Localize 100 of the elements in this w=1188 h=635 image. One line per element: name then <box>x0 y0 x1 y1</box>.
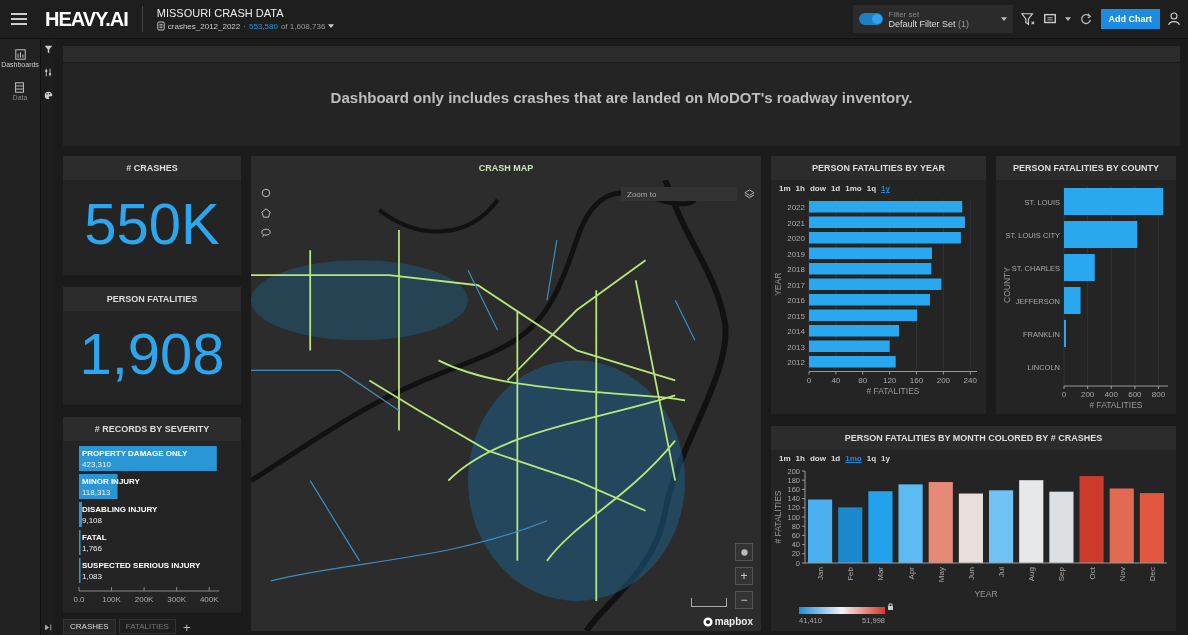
zoom-out-button[interactable]: − <box>735 591 753 609</box>
circle-icon[interactable] <box>261 188 271 198</box>
bar[interactable] <box>958 493 983 563</box>
annotation-icon[interactable] <box>1042 12 1057 26</box>
tick-label: Apr <box>906 567 916 580</box>
time-bin-button[interactable]: 1d <box>830 454 841 463</box>
filter-icon[interactable] <box>1020 12 1035 26</box>
user-icon[interactable] <box>1168 12 1180 26</box>
chart-title: # RECORDS BY SEVERITY <box>63 417 241 441</box>
time-bin-button[interactable]: 1mo <box>845 454 862 463</box>
tick-label: 2013 <box>787 342 805 352</box>
zoom-to-field[interactable]: Zoom to <box>621 187 737 201</box>
zoom-in-button[interactable]: + <box>735 567 753 585</box>
table-icon <box>156 21 165 31</box>
menu-icon[interactable] <box>11 13 27 25</box>
time-bin-button[interactable]: 1h <box>795 184 805 193</box>
bar-value: 1,083 <box>82 572 103 581</box>
tick-label: 800 <box>1151 390 1166 399</box>
number-value: 1,908 <box>78 320 226 389</box>
lasso-icon[interactable] <box>261 228 271 238</box>
filter-set-toggle[interactable] <box>858 13 883 25</box>
locate-button[interactable] <box>735 543 753 561</box>
tick-label: 120 <box>882 375 897 385</box>
sliders-icon[interactable] <box>43 68 53 77</box>
total-count: of 1,608,736 <box>280 21 326 31</box>
time-bin-button[interactable]: 1d <box>830 184 841 193</box>
bar-value: 1,766 <box>82 544 103 553</box>
time-bin-button[interactable]: 1h <box>795 454 805 463</box>
add-chart-button[interactable]: Add Chart <box>1100 9 1160 29</box>
time-bin-button[interactable]: dow <box>809 184 826 193</box>
bar-value: 423,310 <box>82 460 111 469</box>
bar[interactable] <box>928 482 953 563</box>
tick-label: 2017 <box>787 280 805 290</box>
number-value: 550K <box>83 189 221 258</box>
caret-icon[interactable] <box>1000 17 1007 21</box>
axis-title: YEAR <box>974 589 998 599</box>
axis-title: COUNTY <box>1002 267 1012 303</box>
filter-icon[interactable] <box>43 45 53 54</box>
tick-label: May <box>936 567 946 583</box>
chart-title: CRASH MAP <box>251 156 761 180</box>
chart-title: PERSON FATALITIES BY COUNTY <box>996 156 1176 180</box>
time-bin-button[interactable]: 1q <box>866 454 877 463</box>
bar-value: 9,108 <box>82 516 103 525</box>
tick-label: 2014 <box>787 327 805 336</box>
tick-label: 2021 <box>787 218 805 228</box>
collapse-icon[interactable] <box>43 623 53 632</box>
time-bin-button[interactable]: dow <box>809 454 826 463</box>
tick-label: Sep <box>1057 567 1067 582</box>
table-name: crashes_2012_2022 <box>167 21 241 31</box>
tick-label: 2022 <box>787 203 805 212</box>
caret-icon[interactable] <box>328 24 335 28</box>
tick-label: 160 <box>909 375 924 385</box>
tick-label: 400 <box>1104 390 1118 399</box>
dashboard-title: MISSOURI CRASH DATA <box>156 7 285 19</box>
polygon-icon[interactable] <box>261 208 271 218</box>
axis-title: # FATALITIES <box>773 490 783 544</box>
tick-label: Jun <box>966 567 976 580</box>
tick-label: Jan <box>816 567 826 580</box>
caret-icon[interactable] <box>1064 17 1071 21</box>
tick-label: 40 <box>831 375 841 385</box>
tick-label: 300K <box>167 595 186 604</box>
time-bin-button[interactable]: 1y <box>881 454 890 463</box>
add-tab-button[interactable]: + <box>178 621 195 634</box>
tick-label: 2020 <box>787 234 805 243</box>
tick-label: 2015 <box>787 311 805 321</box>
refresh-icon[interactable] <box>1078 12 1093 26</box>
tick-label: Jul <box>997 567 1007 578</box>
bar[interactable] <box>1019 480 1044 563</box>
tick-label: 0 <box>806 375 812 385</box>
time-bin-button[interactable]: 1m <box>779 454 791 463</box>
tick-label: 2018 <box>787 265 805 274</box>
tick-label: 2019 <box>787 249 805 259</box>
filtered-count: 553,580 <box>248 21 278 31</box>
tick-label: Nov <box>1117 567 1127 582</box>
tick-label: 100K <box>102 595 121 604</box>
locate-icon <box>739 547 749 557</box>
filter-set-label: Filter set <box>888 9 921 19</box>
lock-icon[interactable] <box>888 603 893 610</box>
time-bin-button[interactable]: 1mo <box>845 184 862 193</box>
bar[interactable] <box>989 490 1014 563</box>
layers-icon[interactable] <box>744 189 755 200</box>
card-title: PERSON FATALITIES <box>63 286 241 311</box>
dashboard-tab[interactable]: CRASHES <box>63 619 116 634</box>
dashboard-tab[interactable]: FATALITIES <box>118 619 176 634</box>
tick-label: Feb <box>846 567 856 581</box>
tick-label: 200 <box>936 375 951 385</box>
palette-icon[interactable] <box>43 91 53 100</box>
time-bin-button[interactable]: 1m <box>779 184 791 193</box>
tick-label: Dec <box>1147 567 1157 582</box>
time-bin-button[interactable]: 1y <box>881 184 890 193</box>
axis-title: YEAR <box>773 272 783 296</box>
bar-label: PROPERTY DAMAGE ONLY <box>82 449 188 458</box>
filter-set-selector[interactable]: Filter set Default Filter Set (1) <box>852 5 1013 33</box>
bar-label: SUSPECTED SERIOUS INJURY <box>82 561 201 570</box>
bar[interactable] <box>808 499 833 563</box>
time-bin-button[interactable]: 1q <box>866 184 877 193</box>
dashboard-icon <box>14 49 26 60</box>
tick-label: 0 <box>1061 390 1067 399</box>
bar[interactable] <box>1139 493 1164 563</box>
tick-label: 2016 <box>787 296 805 305</box>
